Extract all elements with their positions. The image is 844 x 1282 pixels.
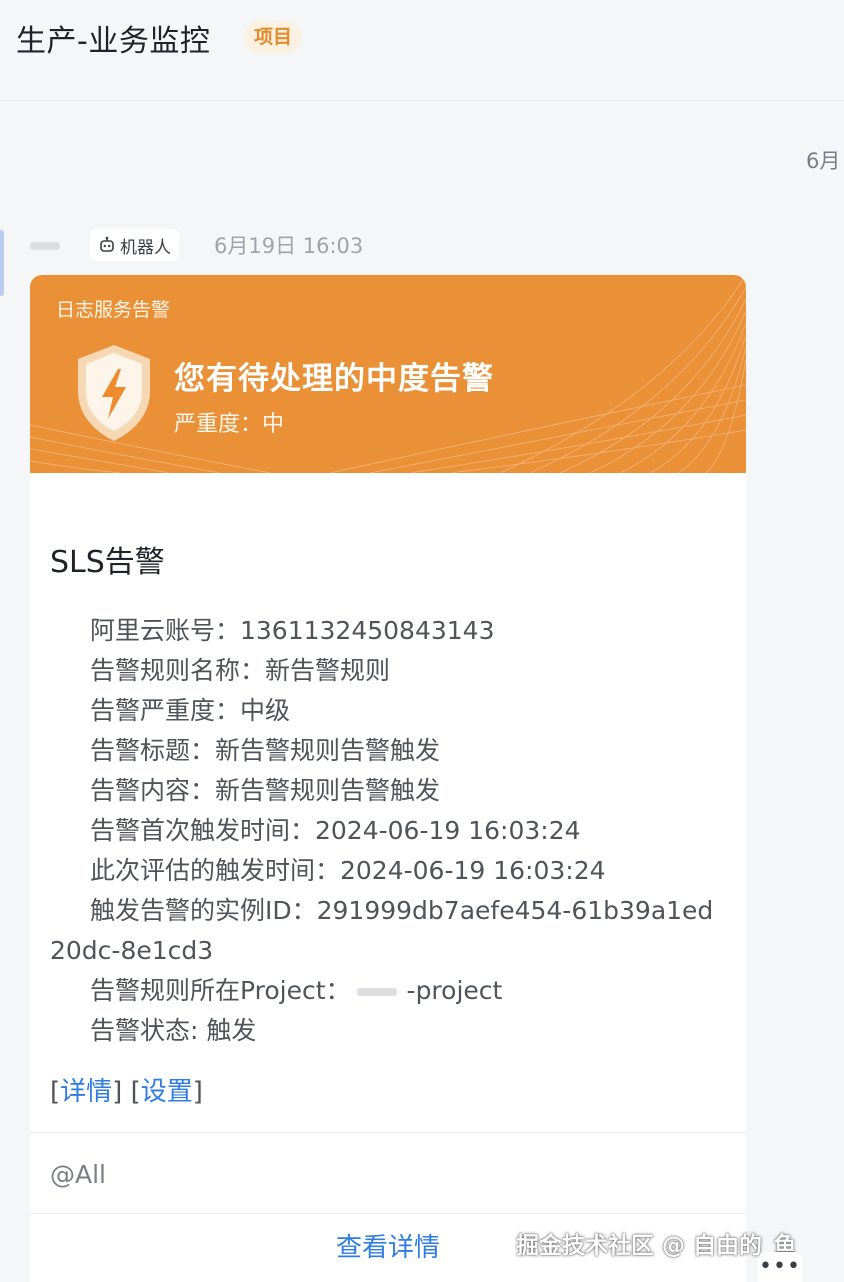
list-item: 触发告警的实例ID：291999db7aefe454-61b39a1ed20dc… xyxy=(30,891,726,971)
alert-card: 日志服务告警 您有待处理的中度告警 严重度：中 SLS告警 阿里云账号：1361… xyxy=(30,275,746,1282)
alert-detail-list: 阿里云账号：1361132450843143 告警规则名称：新告警规则 告警严重… xyxy=(30,611,726,1051)
detail-link[interactable]: 详情 xyxy=(60,1077,112,1107)
chat-title[interactable]: 生产-业务监控 xyxy=(16,16,210,60)
list-item: 此次评估的触发时间：2024-06-19 16:03:24 xyxy=(30,851,726,891)
list-item: 告警规则名称：新告警规则 xyxy=(30,651,726,691)
mention-all[interactable]: @All xyxy=(50,1160,106,1189)
alert-body: SLS告警 阿里云账号：1361132450843143 告警规则名称：新告警规… xyxy=(30,537,726,1108)
date-separator: 6月 xyxy=(806,149,841,173)
card-links: [详情] [设置] xyxy=(50,1077,203,1107)
alert-severity: 严重度：中 xyxy=(174,412,285,437)
more-options-button[interactable]: ••• xyxy=(758,1252,802,1282)
divider xyxy=(30,1132,746,1133)
list-item: 告警首次触发时间：2024-06-19 16:03:24 xyxy=(30,811,726,851)
alert-banner: 日志服务告警 您有待处理的中度告警 严重度：中 xyxy=(30,275,746,473)
bot-badge: 机器人 xyxy=(90,229,179,261)
list-item: 告警标题：新告警规则告警触发 xyxy=(30,731,726,771)
avatar[interactable] xyxy=(0,230,4,296)
divider xyxy=(30,1213,746,1214)
alert-headline: 您有待处理的中度告警 xyxy=(174,361,494,397)
sender-name-redacted xyxy=(30,242,60,250)
list-item: 告警严重度：中级 xyxy=(30,691,726,731)
list-item-project: 告警规则所在Project： -project xyxy=(30,971,726,1011)
watermark: 掘金技术社区 @ 自由的_鱼 xyxy=(516,1233,797,1259)
alert-source: 日志服务告警 xyxy=(56,299,171,321)
list-item: 告警内容：新告警规则告警触发 xyxy=(30,771,726,811)
project-suffix: -project xyxy=(406,976,503,1005)
project-label: 告警规则所在Project： xyxy=(90,976,351,1005)
chat-header: 生产-业务监控 项目 xyxy=(0,0,844,101)
shield-warning-icon xyxy=(78,345,150,441)
robot-icon xyxy=(100,236,114,252)
settings-link[interactable]: 设置 xyxy=(141,1077,193,1107)
alert-heading: SLS告警 xyxy=(50,545,165,580)
bot-label: 机器人 xyxy=(120,237,171,258)
project-name-redacted xyxy=(356,988,397,996)
list-item: 阿里云账号：1361132450843143 xyxy=(30,611,726,651)
list-item: 告警状态: 触发 xyxy=(30,1011,726,1051)
message-time: 6月19日 16:03 xyxy=(214,234,364,258)
project-tag: 项目 xyxy=(244,20,303,54)
